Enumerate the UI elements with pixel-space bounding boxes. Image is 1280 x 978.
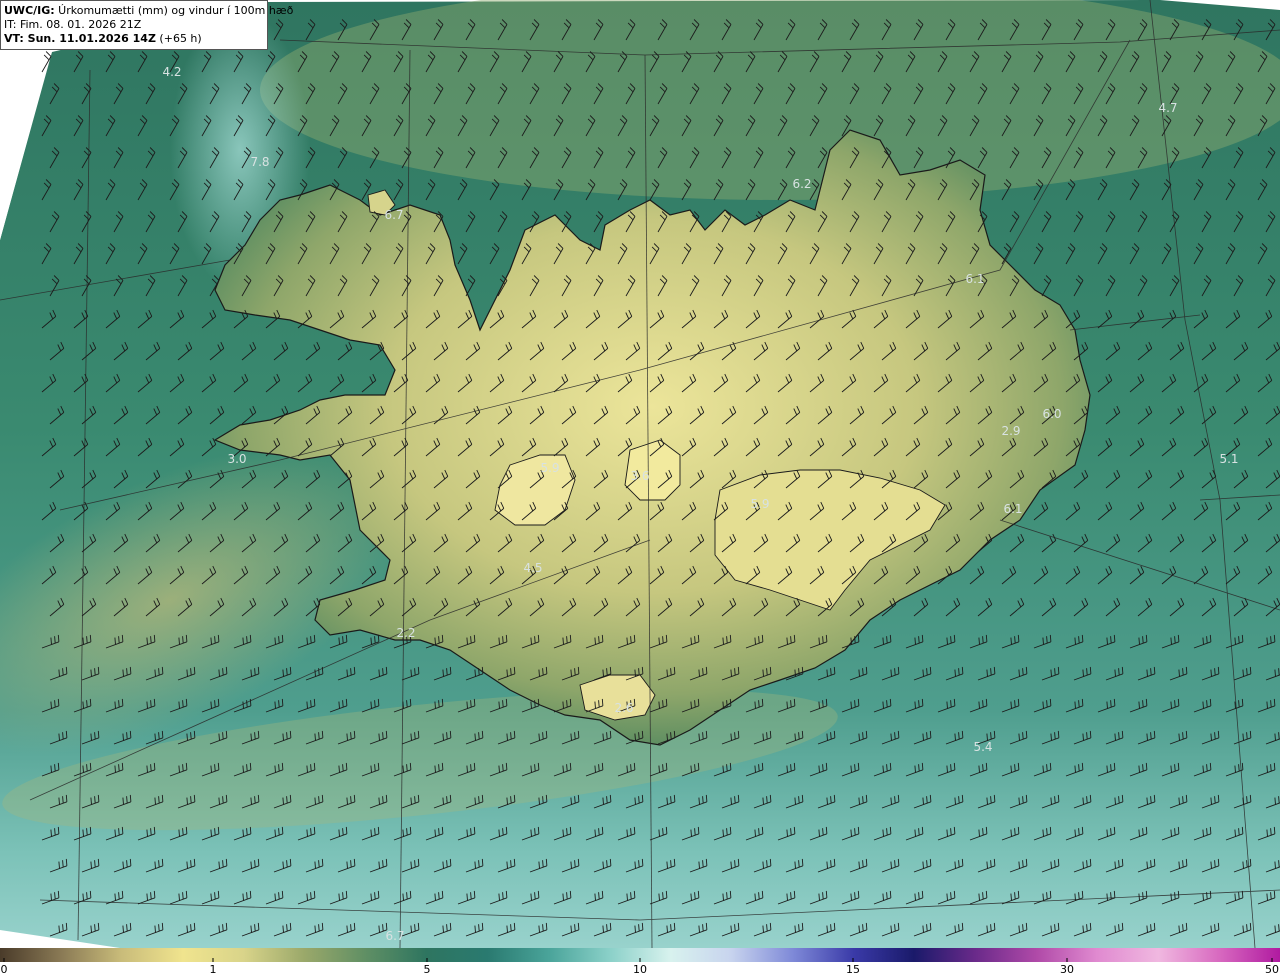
colorbar-tick-label: 15: [846, 963, 860, 976]
precip-value-label: 5.9: [750, 497, 770, 511]
map-header: UWC/IG: Úrkomumætti (mm) og vindur í 100…: [0, 0, 294, 50]
colorbar-strip: [0, 948, 1280, 962]
precip-value-label: 7.8: [250, 155, 270, 169]
precip-value-label: 4.5: [523, 561, 543, 575]
precip-value-label: 5.1: [1219, 452, 1239, 466]
colorbar-tick-label: 50: [1265, 963, 1279, 976]
colorbar-tick-label: 10: [633, 963, 647, 976]
precip-value-label: 6.7: [385, 929, 405, 943]
precip-value-label: 2.2: [396, 626, 416, 640]
precip-value-label: 4.2: [162, 65, 182, 79]
colorbar-tick-label: 30: [1060, 963, 1074, 976]
valid-time: VT: Sun. 11.01.2026 14Z (+65 h): [4, 32, 202, 45]
precip-value-label: 4.7: [1158, 101, 1178, 115]
precip-value-label: 6.7: [384, 208, 404, 222]
precip-value-label: 6.2: [792, 177, 812, 191]
precip-value-label: 3.6: [630, 469, 650, 483]
precip-value-label: 2.9: [1001, 424, 1021, 438]
colorbar-tick-label: 0: [0, 963, 8, 976]
precip-value-label: 3.0: [227, 452, 247, 466]
colorbar-legend: 0 1 5 10 15 30 50: [0, 948, 1280, 978]
colorbar-tick-label: 1: [209, 963, 217, 976]
precip-value-label: 2.6: [614, 701, 634, 715]
precip-value-label: 6.1: [965, 272, 985, 286]
weather-map: 4.2 7.8 6.7 6.2 4.7 6.1 6.0 2.9 3.0 5.1 5.9 3.6 5.9 6…: [0, 0, 1280, 948]
precip-value-label: 6.0: [1042, 407, 1062, 421]
precip-value-label: 5.4: [973, 740, 993, 754]
precip-value-label: 6.1: [1003, 502, 1023, 516]
product-title: UWC/IG: Úrkomumætti (mm) og vindur í 100…: [4, 4, 294, 17]
precip-value-label: 5.9: [540, 461, 560, 475]
initial-time: IT: Fim. 08. 01. 2026 21Z: [4, 18, 142, 31]
colorbar-tick-label: 5: [423, 963, 431, 976]
